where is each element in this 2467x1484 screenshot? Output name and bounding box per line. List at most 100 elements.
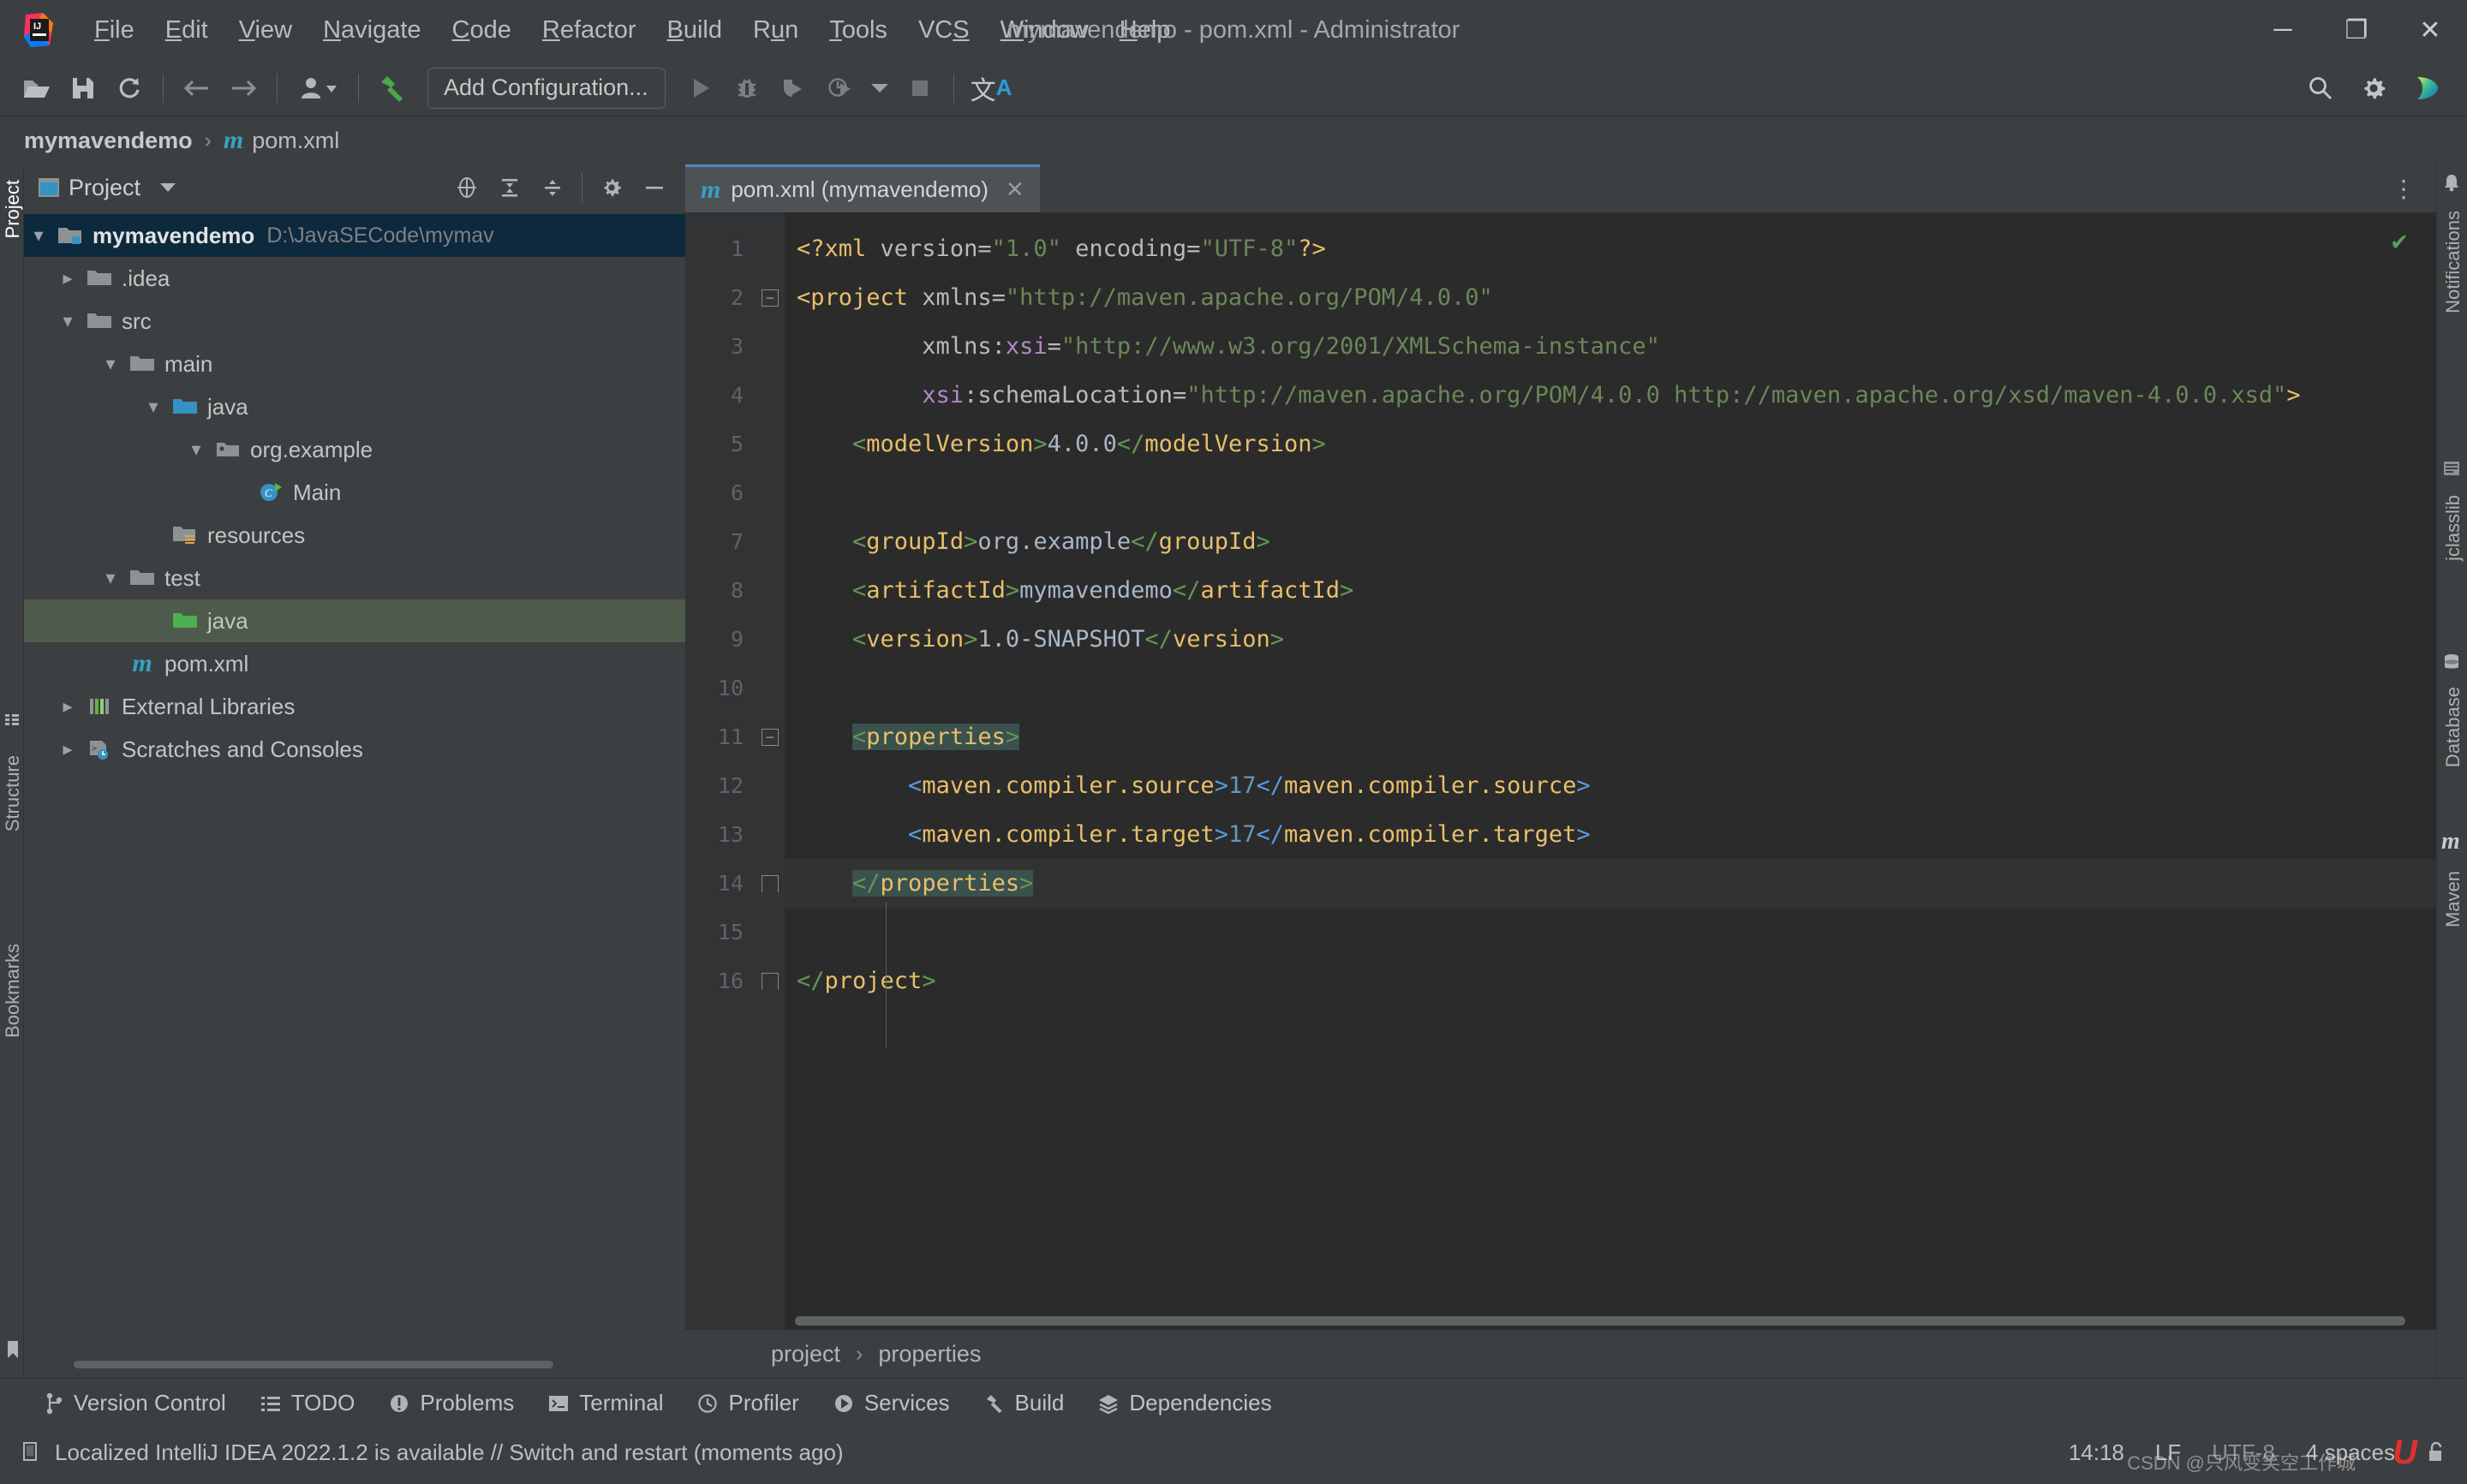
status-line-separator[interactable]: LF <box>2155 1439 2181 1466</box>
menu-view[interactable]: View <box>224 11 308 50</box>
breadcrumb-project[interactable]: mymavendemo <box>24 128 193 154</box>
forward-arrow-icon[interactable] <box>220 67 266 110</box>
menu-code[interactable]: Code <box>437 11 527 50</box>
cloud-toolkit-icon[interactable] <box>2404 67 2450 110</box>
chevron-down-icon[interactable]: ▾ <box>182 438 211 461</box>
expand-all-icon[interactable] <box>491 170 529 205</box>
menu-file[interactable]: File <box>79 11 150 50</box>
tree-node-test[interactable]: ▾ test <box>24 557 685 599</box>
status-indent[interactable]: 4 spaces <box>2306 1439 2395 1466</box>
menu-window[interactable]: Window <box>985 11 1104 50</box>
editor-tab-pom-xml[interactable]: m pom.xml (mymavendemo) ✕ <box>685 164 1040 212</box>
search-icon[interactable] <box>2297 67 2344 110</box>
menu-edit[interactable]: Edit <box>150 11 224 50</box>
notifications-bell-icon[interactable] <box>2443 173 2460 192</box>
project-tree[interactable]: ▾ mymavendemo D:\JavaSECode\mymav ▸ .ide… <box>24 211 685 1361</box>
menu-bar[interactable]: File Edit View Navigate Code Refactor Bu… <box>79 11 1186 50</box>
sidebar-item-database[interactable]: Database <box>2440 678 2467 776</box>
chevron-down-icon[interactable] <box>863 67 897 110</box>
gear-icon[interactable] <box>2351 67 2397 110</box>
breadcrumb-file[interactable]: pom.xml <box>252 128 339 154</box>
chevron-down-icon[interactable]: ▾ <box>96 353 125 375</box>
tree-node-pom-xml[interactable]: m pom.xml <box>24 642 685 685</box>
select-opened-file-icon[interactable] <box>448 170 486 205</box>
chevron-down-icon[interactable]: ▾ <box>96 567 125 589</box>
tree-node-scratches-and-consoles[interactable]: ▸ > Scratches and Consoles <box>24 728 685 771</box>
maximize-button[interactable]: ❐ <box>2320 0 2393 60</box>
menu-run[interactable]: Run <box>738 11 814 50</box>
tool-window-dependencies[interactable]: Dependencies <box>1098 1390 1272 1416</box>
close-icon[interactable]: ✕ <box>1006 176 1024 203</box>
tree-node-resources[interactable]: resources <box>24 514 685 557</box>
chevron-down-icon[interactable]: ▾ <box>139 396 168 418</box>
tree-node-main[interactable]: ▾ main <box>24 343 685 385</box>
code-text[interactable]: <?xml version="1.0" encoding="UTF-8"?> <… <box>785 212 2436 1330</box>
tree-node-test-java[interactable]: java <box>24 599 685 642</box>
menu-help[interactable]: Help <box>1104 11 1186 50</box>
breadcrumb-project-element[interactable]: project <box>771 1341 840 1368</box>
sidebar-item-jclasslib[interactable]: jclasslib <box>2440 486 2467 569</box>
more-options-icon[interactable]: ⋮ <box>2392 175 2436 203</box>
build-hammer-icon[interactable] <box>369 67 415 110</box>
menu-build[interactable]: Build <box>652 11 738 50</box>
menu-navigate[interactable]: Navigate <box>308 11 436 50</box>
tool-window-todo[interactable]: TODO <box>260 1390 355 1416</box>
tree-node-org-example[interactable]: ▾ org.example <box>24 428 685 471</box>
code-editor[interactable]: 1 2 3 4 5 6 7 8 9 10 11 12 13 14 15 16 − <box>685 212 2436 1330</box>
code-folding-gutter[interactable]: − − <box>756 212 785 1330</box>
menu-vcs[interactable]: VCS <box>903 11 985 50</box>
gear-icon[interactable] <box>593 170 630 205</box>
tree-node-main-class[interactable]: C Main <box>24 471 685 514</box>
chevron-right-icon[interactable]: ▸ <box>53 695 82 718</box>
tool-window-services[interactable]: Services <box>833 1390 950 1416</box>
unlocked-icon[interactable] <box>2426 1440 2446 1464</box>
editor-horizontal-scrollbar[interactable] <box>785 1316 2429 1326</box>
refresh-icon[interactable] <box>106 67 152 110</box>
tree-node-src[interactable]: ▾ src <box>24 300 685 343</box>
back-arrow-icon[interactable] <box>174 67 220 110</box>
fold-marker-project-end[interactable] <box>756 957 785 1005</box>
profiler-clock-icon[interactable] <box>816 67 863 110</box>
fold-marker-project[interactable]: − <box>756 273 785 322</box>
tree-node-main-java[interactable]: ▾ java <box>24 385 685 428</box>
add-configuration-button[interactable]: Add Configuration... <box>427 67 666 109</box>
chevron-right-icon[interactable]: ▸ <box>53 267 82 289</box>
tree-node-external-libraries[interactable]: ▸ External Libraries <box>24 685 685 728</box>
project-panel-horizontal-scrollbar[interactable] <box>74 1361 673 1373</box>
stop-square-icon[interactable] <box>897 67 943 110</box>
inspection-status-icon[interactable]: ✔ <box>2392 226 2407 256</box>
tree-node-mymavendemo[interactable]: ▾ mymavendemo D:\JavaSECode\mymav <box>24 214 685 257</box>
chevron-down-icon[interactable]: ▾ <box>53 310 82 332</box>
fold-marker-properties-end[interactable] <box>756 859 785 908</box>
tool-window-terminal[interactable]: Terminal <box>548 1390 663 1416</box>
tool-window-profiler[interactable]: Profiler <box>697 1390 799 1416</box>
hide-panel-icon[interactable] <box>636 170 673 205</box>
project-view-chevron-down-icon[interactable] <box>159 182 176 193</box>
tool-window-problems[interactable]: Problems <box>389 1390 514 1416</box>
tool-window-build[interactable]: Build <box>984 1390 1064 1416</box>
debug-bug-icon[interactable] <box>724 67 770 110</box>
tool-window-version-control[interactable]: Version Control <box>45 1390 226 1416</box>
translate-icon[interactable]: 文A <box>965 67 1018 110</box>
menu-refactor[interactable]: Refactor <box>527 11 652 50</box>
run-play-icon[interactable] <box>678 67 724 110</box>
chevron-down-icon[interactable]: ▾ <box>24 224 53 247</box>
sidebar-item-bookmarks[interactable]: Bookmarks <box>0 935 27 1046</box>
tree-node-idea[interactable]: ▸ .idea <box>24 257 685 300</box>
collapse-all-icon[interactable] <box>534 170 571 205</box>
user-profile-icon[interactable] <box>288 67 348 110</box>
fold-marker-properties[interactable]: − <box>756 712 785 761</box>
run-with-coverage-icon[interactable] <box>770 67 816 110</box>
chevron-right-icon[interactable]: ▸ <box>53 738 82 760</box>
minimize-button[interactable]: ─ <box>2246 0 2320 60</box>
save-icon[interactable] <box>60 67 106 110</box>
sidebar-item-notifications[interactable]: Notifications <box>2440 202 2467 322</box>
sidebar-item-project[interactable]: Project <box>0 171 27 247</box>
open-folder-icon[interactable] <box>14 67 60 110</box>
sidebar-item-structure[interactable]: Structure <box>0 747 27 840</box>
menu-tools[interactable]: Tools <box>814 11 903 50</box>
breadcrumb-properties-element[interactable]: properties <box>878 1341 981 1368</box>
sidebar-item-maven[interactable]: Maven <box>2440 862 2467 936</box>
close-button[interactable]: ✕ <box>2393 0 2467 60</box>
status-encoding[interactable]: UTF-8 <box>2212 1439 2275 1466</box>
